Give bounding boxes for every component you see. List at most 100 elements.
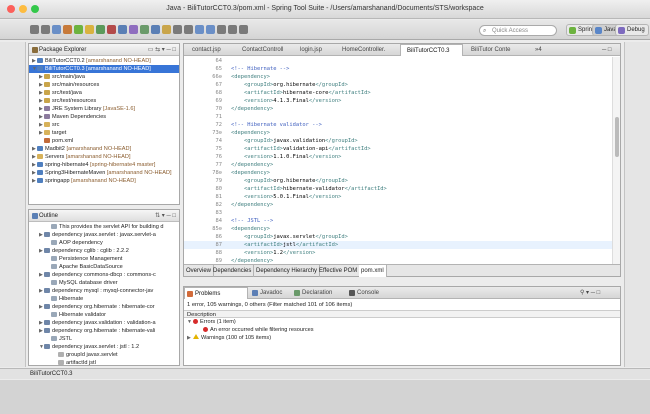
project-tree-item[interactable]: ▶ src/test/resources	[29, 97, 179, 105]
line-text: <artifactId>hibernate-core</artifactId>	[231, 89, 371, 97]
project-tree-item[interactable]: ▶ src/test/java	[29, 89, 179, 97]
view-menu-icon[interactable]: ⇅ ▾ ─ □	[155, 210, 176, 222]
quick-access-input[interactable]: ⌕ Quick Access	[479, 25, 557, 36]
tree-node-label: dependency javax.validation : validation…	[52, 320, 156, 326]
toolbar-button[interactable]	[41, 25, 50, 34]
tree-node-icon	[37, 177, 43, 183]
pom-page-tab[interactable]: Dependency Hierarchy	[254, 265, 321, 277]
line-number: 85⊖	[212, 226, 222, 232]
outline-item[interactable]: ▶ dependency mysql : mysql-connector-jav	[29, 287, 179, 295]
problem-row[interactable]: ▼ Errors (1 item)	[184, 318, 620, 326]
outline-item[interactable]: This provides the servlet API for buildi…	[29, 223, 179, 231]
outline-tab[interactable]: Outline ⇅ ▾ ─ □	[29, 210, 179, 222]
package-explorer-tab[interactable]: Package Explorer ▭ ⇆ ▾ ─ □	[29, 44, 179, 56]
toolbar-button[interactable]	[195, 25, 204, 34]
line-text: <version>5.0.1.Final</version>	[231, 193, 341, 201]
project-tree-item[interactable]: ▶ JRE System Library [JavaSE-1.6]	[29, 105, 179, 113]
toolbar-button[interactable]	[206, 25, 215, 34]
project-tree-item[interactable]: ▶ springapp [amarshanand NO-HEAD]	[29, 177, 179, 185]
toolbar-button[interactable]	[52, 25, 61, 34]
description-column-header[interactable]: Description	[184, 310, 620, 318]
tab-overflow-icon[interactable]: »4	[529, 44, 542, 56]
editor-tab[interactable]: HomeController.	[336, 44, 398, 56]
outline-item[interactable]: ▶ dependency org.hibernate : hibernate-co…	[29, 303, 179, 311]
project-tree-item[interactable]: ▶ spring-hibernate4 [spring-hibernate4 ma…	[29, 161, 179, 169]
outline-item[interactable]: ▶ dependency cglib : cglib : 2.2.2	[29, 247, 179, 255]
view-tab[interactable]: Declaration	[292, 287, 344, 299]
project-tree-item[interactable]: pom.xml	[29, 137, 179, 145]
editor-tab[interactable]: BiliTutorCCT0.3	[400, 44, 463, 56]
project-tree-item[interactable]: ▶ src	[29, 121, 179, 129]
project-tree-item[interactable]: ▶ Servers [amarshanand NO-HEAD]	[29, 153, 179, 161]
pom-page-tab[interactable]: Dependencies	[211, 265, 255, 277]
outline-item[interactable]: ▶ dependency org.hibernate : hibernate-va…	[29, 327, 179, 335]
view-tab-icon	[294, 290, 300, 296]
view-menu-icon[interactable]: ▭ ⇆ ▾ ─ □	[148, 44, 176, 56]
project-tree-item[interactable]: ▶ Maven Dependencies	[29, 113, 179, 121]
problem-row[interactable]: An error occurred while filtering resour…	[184, 326, 620, 334]
toolbar-button[interactable]	[107, 25, 116, 34]
outline-item[interactable]: Persistence Management	[29, 255, 179, 263]
outline-item[interactable]: MySQL database driver	[29, 279, 179, 287]
pom-page-tab[interactable]: Overview	[184, 265, 215, 277]
toolbar-button[interactable]	[129, 25, 138, 34]
project-tree-item[interactable]: ▶ src/main/resources	[29, 81, 179, 89]
outline-item[interactable]: Hibernate	[29, 295, 179, 303]
tree-node-label: groupId javax.servlet	[66, 352, 118, 358]
project-tree-item[interactable]: ▶ Spring3HibernateMaven [amarshanand NO-H…	[29, 169, 179, 177]
pom-page-tab[interactable]: Effective POM	[317, 265, 361, 277]
outline-item[interactable]: Hibernate validator	[29, 311, 179, 319]
toolbar-button[interactable]	[96, 25, 105, 34]
outline-item[interactable]: ▶ dependency commons-dbcp : commons-c	[29, 271, 179, 279]
view-toolbar-icons[interactable]: ⚲ ▾ ─ □	[570, 287, 600, 299]
xml-text	[231, 154, 244, 160]
problem-row[interactable]: ▶ Warnings (100 of 105 items)	[184, 334, 620, 342]
outline-item[interactable]: ▶ dependency javax.servlet : javax.servle…	[29, 231, 179, 239]
toolbar-button[interactable]	[63, 25, 72, 34]
pom-page-tab[interactable]: pom.xml	[359, 265, 387, 277]
outline-tree: This provides the servlet API for buildi…	[29, 222, 179, 367]
editor-tab[interactable]: login.jsp	[294, 44, 334, 56]
toolbar-button[interactable]	[184, 25, 193, 34]
tree-node-icon	[37, 169, 43, 175]
tree-node-icon	[51, 295, 57, 301]
perspective-debug-button[interactable]: Debug	[615, 24, 649, 36]
project-tree-item[interactable]: ▶ target	[29, 129, 179, 137]
xml-text	[231, 98, 244, 104]
outline-item[interactable]: ▼ dependency javax.servlet : jstl : 1.2	[29, 343, 179, 351]
toolbar-button[interactable]	[85, 25, 94, 34]
line-number: 78⊖	[212, 170, 222, 176]
code-area[interactable]: 64 65 <!-- Hibernate --> 66⊖ <dependency> 67 …	[184, 57, 620, 266]
toolbar-button[interactable]	[151, 25, 160, 34]
outline-item[interactable]: AOP dependency	[29, 239, 179, 247]
editor-tab[interactable]: contact.jsp	[186, 44, 234, 56]
outline-item[interactable]: artifactId jstl	[29, 359, 179, 367]
toolbar-button[interactable]	[118, 25, 127, 34]
toolbar-button[interactable]	[239, 25, 248, 34]
project-tree-item[interactable]: ▼ BiliTutorCCT0.3 [amarshanand NO-HEAD]	[29, 65, 179, 73]
toolbar-button[interactable]	[228, 25, 237, 34]
editor-tab[interactable]: BiliTutor Conte	[465, 44, 521, 56]
toolbar-button[interactable]	[162, 25, 171, 34]
toolbar-button[interactable]	[217, 25, 226, 34]
toolbar-button[interactable]	[74, 25, 83, 34]
toolbar-button[interactable]	[30, 25, 39, 34]
outline-item[interactable]: Apache BasicDataSource	[29, 263, 179, 271]
line-text: <!-- Hibernate validator -->	[231, 121, 322, 129]
toolbar-button[interactable]	[140, 25, 149, 34]
toolbar-button[interactable]	[173, 25, 182, 34]
problems-summary: 1 error, 105 warnings, 0 others (Filter …	[187, 302, 353, 308]
line-text: <!-- JSTL -->	[231, 217, 273, 225]
project-tree-item[interactable]: ▶ BiliTutorCCT0.2 [amarshanand NO-HEAD]	[29, 57, 179, 65]
outline-item[interactable]: groupId javax.servlet	[29, 351, 179, 359]
editor-scrollbar[interactable]	[612, 57, 620, 266]
outline-item[interactable]: JSTL	[29, 335, 179, 343]
view-tab[interactable]: Problems	[184, 287, 248, 299]
minimize-maximize-icon[interactable]: ─ □	[596, 44, 612, 56]
scrollbar-thumb[interactable]	[615, 117, 619, 157]
project-tree-item[interactable]: ▶ Madbit2 [amarshanand NO-HEAD]	[29, 145, 179, 153]
view-tab[interactable]: Console	[347, 287, 399, 299]
project-tree-item[interactable]: ▶ src/main/java	[29, 73, 179, 81]
outline-item[interactable]: ▶ dependency javax.validation : validatio…	[29, 319, 179, 327]
editor-tab[interactable]: ContactControll	[236, 44, 292, 56]
